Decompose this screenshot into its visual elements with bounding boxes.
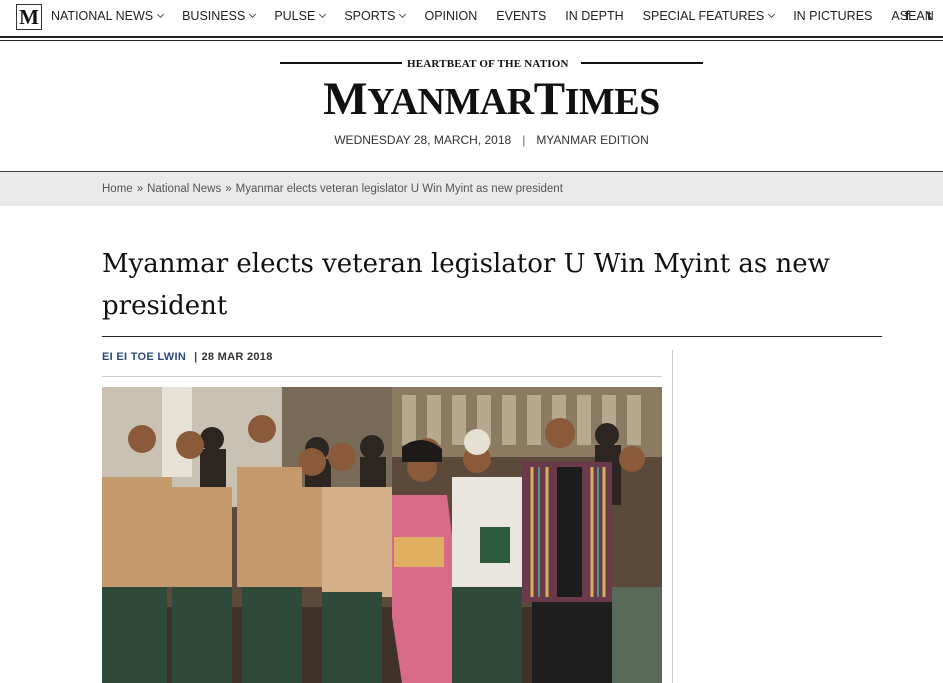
- brand-wordmark[interactable]: MYANMARTIMES: [280, 71, 703, 130]
- nav-item-pulse[interactable]: PULSE: [274, 9, 327, 23]
- nav-item-label: EVENTS: [496, 9, 547, 23]
- edition-label[interactable]: MYANMAR EDITION: [536, 133, 648, 147]
- chevron-down-icon: [319, 10, 327, 19]
- sidebar-divider: [672, 350, 673, 683]
- nav-item-business[interactable]: BUSINESS: [182, 9, 257, 23]
- nav-item-label: OPINION: [424, 9, 478, 23]
- nav-item-special-features[interactable]: SPECIAL FEATURES: [642, 9, 776, 23]
- breadcrumb: Home» National News» Myanmar elects vetera…: [102, 183, 563, 195]
- byline: EI EI TOE LWIN | 28 MAR 2018: [102, 351, 273, 363]
- nav-item-in-depth[interactable]: IN DEPTH: [565, 9, 623, 23]
- facebook-icon[interactable]: f: [905, 8, 909, 23]
- dateline: WEDNESDAY 28, MARCH, 2018 | MYANMAR EDITIO…: [280, 133, 703, 147]
- header-divider: [0, 36, 943, 38]
- article-photo-illustration: [102, 387, 662, 683]
- publish-date: 28 MAR 2018: [201, 351, 273, 363]
- nav-item-in-pictures[interactable]: IN PICTURES: [793, 9, 872, 23]
- main-menu: NATIONAL NEWS BUSINESS PULSE SPORTS OPINION E…: [51, 0, 943, 32]
- nav-item-label: IN PICTURES: [793, 9, 873, 23]
- chevron-down-icon: [399, 10, 407, 19]
- current-date: WEDNESDAY 28, MARCH, 2018: [334, 133, 512, 147]
- nav-item-national-news[interactable]: NATIONAL NEWS: [51, 9, 165, 23]
- brand-initial-m: M: [323, 73, 368, 125]
- headline-divider: [102, 336, 882, 337]
- article-photo[interactable]: [102, 387, 662, 683]
- tagline-rule-left: [280, 62, 402, 64]
- brand-initial-t: T: [533, 73, 565, 125]
- byline-separator: |: [194, 351, 198, 363]
- masthead: HEARTBEAT OF THE NATION MYANMARTIMES WED…: [280, 58, 703, 153]
- breadcrumb-home-link[interactable]: Home: [102, 183, 133, 195]
- nav-item-label: PULSE: [274, 9, 316, 23]
- dateline-separator: |: [522, 133, 526, 147]
- chevron-down-icon: [768, 10, 776, 19]
- top-navigation: M NATIONAL NEWS BUSINESS PULSE SPORTS OPINIO…: [0, 0, 943, 36]
- breadcrumb-separator: »: [136, 183, 144, 195]
- tagline-rule-right: [581, 62, 703, 64]
- twitter-icon[interactable]: t: [927, 8, 931, 23]
- breadcrumb-bar: Home» National News» Myanmar elects vetera…: [0, 172, 943, 206]
- chevron-down-icon: [157, 10, 165, 19]
- nav-item-label: IN DEPTH: [565, 9, 624, 23]
- nav-item-events[interactable]: EVENTS: [496, 9, 546, 23]
- byline-divider: [102, 376, 662, 377]
- nav-item-label: SPORTS: [344, 9, 396, 23]
- nav-item-label: SPECIAL FEATURES: [642, 9, 765, 23]
- nav-item-sports[interactable]: SPORTS: [344, 9, 407, 23]
- nav-item-opinion[interactable]: OPINION: [424, 9, 477, 23]
- chevron-down-icon: [249, 10, 257, 19]
- tagline: HEARTBEAT OF THE NATION: [407, 58, 569, 70]
- brand-yanmar: YANMAR: [367, 81, 534, 123]
- header-divider-thin: [0, 40, 943, 41]
- brand-imes: IMES: [564, 81, 661, 123]
- nav-item-label: BUSINESS: [182, 9, 246, 23]
- breadcrumb-section-link[interactable]: National News: [147, 183, 221, 195]
- breadcrumb-separator: »: [225, 183, 232, 195]
- breadcrumb-current: Myanmar elects veteran legislator U Win …: [235, 183, 563, 195]
- nav-item-label: NATIONAL NEWS: [51, 9, 154, 23]
- article-headline: Myanmar elects veteran legislator U Win …: [102, 249, 830, 321]
- site-logo-icon[interactable]: M: [16, 4, 42, 30]
- author-link[interactable]: EI EI TOE LWIN: [102, 351, 186, 363]
